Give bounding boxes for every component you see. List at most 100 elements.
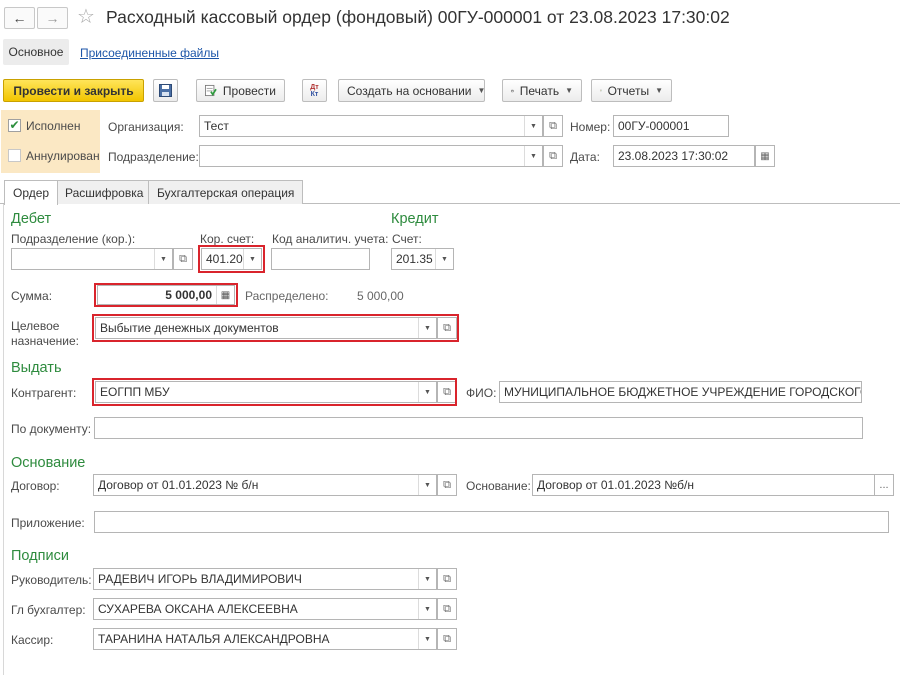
head-open-button[interactable]: ⧉ xyxy=(437,568,457,590)
content-border xyxy=(3,204,4,675)
org-value: Тест xyxy=(204,119,229,133)
forward-button[interactable]: → xyxy=(37,7,68,29)
subdivision-field[interactable]: ▼ xyxy=(199,145,543,167)
open-icon: ⧉ xyxy=(443,572,451,585)
save-icon xyxy=(159,84,172,97)
credit-account-label: Счет: xyxy=(392,232,422,246)
credit-account-field[interactable]: 201.35 ▼ xyxy=(391,248,454,270)
post-and-close-button[interactable]: Провести и закрыть xyxy=(3,79,144,102)
executed-checkbox[interactable]: ✔ xyxy=(8,119,21,132)
chevron-down-icon[interactable]: ▼ xyxy=(435,249,453,269)
by-document-field[interactable] xyxy=(94,417,863,439)
cashier-open-button[interactable]: ⧉ xyxy=(437,628,457,650)
kor-subdivision-open-button[interactable]: ⧉ xyxy=(173,248,193,270)
post-button-label: Провести xyxy=(222,83,276,98)
star-icon[interactable]: ☆ xyxy=(77,4,95,29)
fio-field[interactable]: МУНИЦИПАЛЬНОЕ БЮДЖЕТНОЕ УЧРЕЖДЕНИЕ ГОРОД… xyxy=(499,381,862,403)
head-value: РАДЕВИЧ ИГОРЬ ВЛАДИМИРОВИЧ xyxy=(98,572,302,586)
analytic-code-label: Код аналитич. учета: xyxy=(272,232,389,246)
chevron-down-icon[interactable]: ▼ xyxy=(524,146,542,166)
number-label: Номер: xyxy=(570,120,611,134)
arrow-right-icon: → xyxy=(45,10,60,26)
sum-highlight xyxy=(94,283,238,307)
reports-label: Отчеты xyxy=(607,83,650,98)
create-based-label: Создать на основании xyxy=(347,83,472,98)
subdivision-open-button[interactable]: ⧉ xyxy=(543,145,563,167)
basis-value: Договор от 01.01.2023 №б/н xyxy=(537,478,694,492)
tab-accounting-operation[interactable]: Бухгалтерская операция xyxy=(148,180,304,204)
purpose-highlight xyxy=(92,314,459,342)
print-label: Печать xyxy=(519,83,560,98)
post-icon xyxy=(205,84,217,97)
chevron-down-icon: ▼ xyxy=(655,86,663,95)
analytic-code-field[interactable] xyxy=(271,248,370,270)
section-attached-files[interactable]: Присоединенные файлы xyxy=(80,46,219,60)
cashier-label: Кассир: xyxy=(11,633,54,647)
issue-title: Выдать xyxy=(11,360,62,376)
fio-value: МУНИЦИПАЛЬНОЕ БЮДЖЕТНОЕ УЧРЕЖДЕНИЕ ГОРОД… xyxy=(504,385,862,399)
basis-label: Основание: xyxy=(466,479,531,493)
open-icon: ⧉ xyxy=(443,632,451,645)
dt-kt-button[interactable]: Дт Кт xyxy=(302,79,327,102)
sum-label: Сумма: xyxy=(11,289,53,303)
open-icon: ⧉ xyxy=(443,602,451,615)
printer-icon xyxy=(511,89,514,92)
open-icon: ⧉ xyxy=(443,478,451,491)
chevron-down-icon[interactable]: ▼ xyxy=(418,629,436,649)
contract-value: Договор от 01.01.2023 № б/н xyxy=(98,478,259,492)
chevron-down-icon[interactable]: ▼ xyxy=(418,569,436,589)
purpose-label-line2: назначение: xyxy=(11,334,79,348)
print-button[interactable]: Печать ▼ xyxy=(502,79,582,102)
signatures-title: Подписи xyxy=(11,548,69,564)
arrow-left-icon: ← xyxy=(12,10,27,26)
calendar-icon: ▦ xyxy=(760,150,770,162)
head-field[interactable]: РАДЕВИЧ ИГОРЬ ВЛАДИМИРОВИЧ ▼ xyxy=(93,568,437,590)
cashier-value: ТАРАНИНА НАТАЛЬЯ АЛЕКСАНДРОВНА xyxy=(98,632,330,646)
head-label: Руководитель: xyxy=(11,573,92,587)
section-main[interactable]: Основное xyxy=(3,39,69,65)
checkmark-icon: ✔ xyxy=(9,118,20,132)
debit-title: Дебет xyxy=(11,211,52,227)
chief-accountant-open-button[interactable]: ⧉ xyxy=(437,598,457,620)
chevron-down-icon[interactable]: ▼ xyxy=(154,249,172,269)
number-field[interactable]: 00ГУ-000001 xyxy=(613,115,729,137)
report-icon xyxy=(600,89,602,92)
page-title: Расходный кассовый ордер (фондовый) 00ГУ… xyxy=(106,7,730,27)
cancelled-label: Аннулирован xyxy=(26,149,100,163)
contract-label: Договор: xyxy=(11,479,60,493)
executed-label: Исполнен xyxy=(26,119,81,133)
save-button[interactable] xyxy=(153,79,178,102)
org-open-button[interactable]: ⧉ xyxy=(543,115,563,137)
open-icon: ⧉ xyxy=(179,252,187,265)
post-button[interactable]: Провести xyxy=(196,79,285,102)
cashier-field[interactable]: ТАРАНИНА НАТАЛЬЯ АЛЕКСАНДРОВНА ▼ xyxy=(93,628,437,650)
date-field[interactable]: 23.08.2023 17:30:02 xyxy=(613,145,755,167)
cancelled-checkbox[interactable] xyxy=(8,149,21,162)
kor-subdivision-label: Подразделение (кор.): xyxy=(11,232,136,246)
tab-order[interactable]: Ордер xyxy=(4,180,59,205)
calendar-button[interactable]: ▦ xyxy=(755,145,775,167)
basis-select-button[interactable]: ... xyxy=(874,474,894,496)
credit-title: Кредит xyxy=(391,211,439,227)
open-icon: ⧉ xyxy=(549,119,557,132)
chevron-down-icon[interactable]: ▼ xyxy=(524,116,542,136)
reports-button[interactable]: Отчеты ▼ xyxy=(591,79,672,102)
number-value: 00ГУ-000001 xyxy=(618,119,690,133)
kor-subdivision-field[interactable]: ▼ xyxy=(11,248,173,270)
distributed-value: 5 000,00 xyxy=(357,289,404,303)
chief-accountant-field[interactable]: СУХАРЕВА ОКСАНА АЛЕКСЕЕВНА ▼ xyxy=(93,598,437,620)
create-based-button[interactable]: Создать на основании ▼ xyxy=(338,79,485,102)
chevron-down-icon[interactable]: ▼ xyxy=(418,475,436,495)
kor-account-label: Кор. счет: xyxy=(200,232,255,246)
chevron-down-icon[interactable]: ▼ xyxy=(418,599,436,619)
back-button[interactable]: ← xyxy=(4,7,35,29)
contract-open-button[interactable]: ⧉ xyxy=(437,474,457,496)
attachment-field[interactable] xyxy=(94,511,889,533)
basis-field[interactable]: Договор от 01.01.2023 №б/н xyxy=(532,474,876,496)
contract-field[interactable]: Договор от 01.01.2023 № б/н ▼ xyxy=(93,474,437,496)
kor-account-highlight xyxy=(198,245,265,273)
org-label: Организация: xyxy=(108,120,184,134)
purpose-label-line1: Целевое xyxy=(11,319,60,333)
tab-breakdown[interactable]: Расшифровка xyxy=(56,180,153,204)
org-field[interactable]: Тест ▼ xyxy=(199,115,543,137)
